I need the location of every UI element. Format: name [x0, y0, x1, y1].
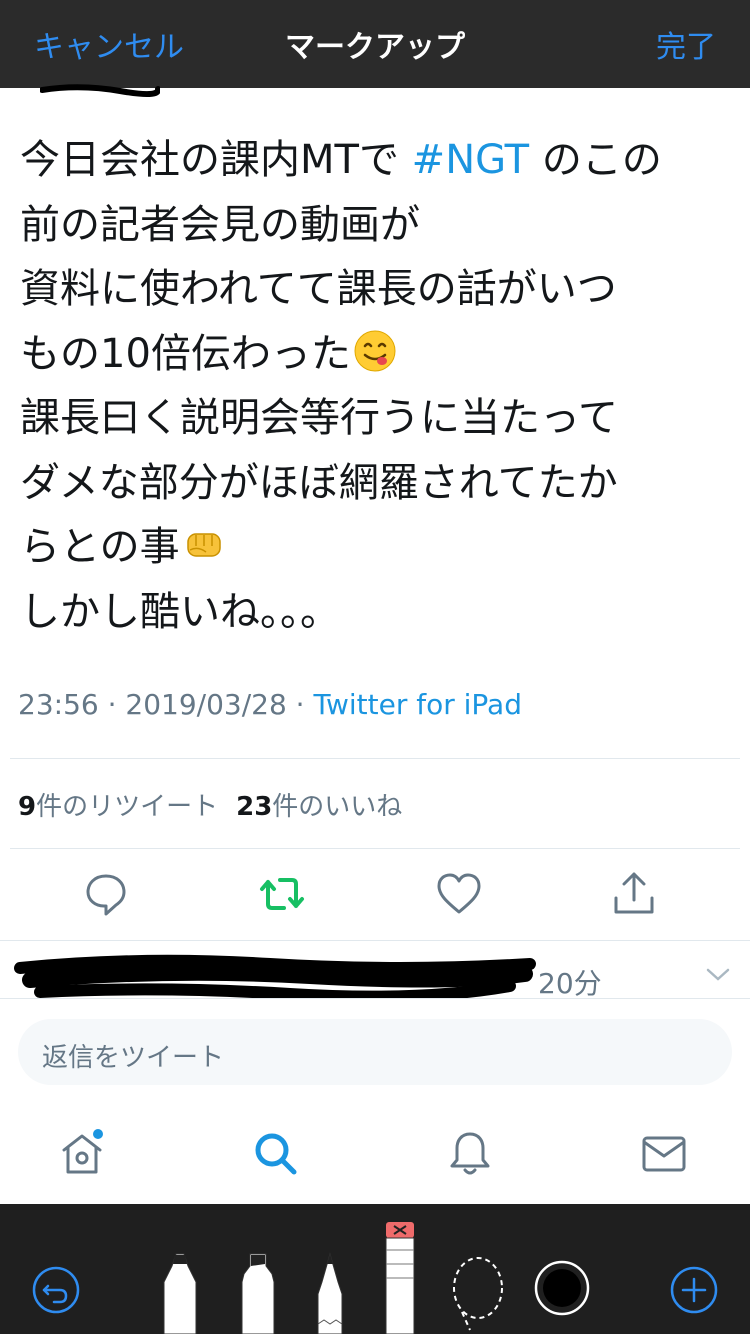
heart-icon[interactable]: [433, 868, 485, 920]
pencil-tool-icon[interactable]: [310, 1252, 350, 1334]
tweet-text: 今日会社の課内MTで #NGT のこの 前の記者会見の動画が 資料に使われてて課…: [20, 128, 730, 644]
retweets-stat[interactable]: 9件のリツイート: [18, 792, 218, 822]
color-picker-icon[interactable]: [534, 1260, 590, 1316]
highlighter-tool-icon[interactable]: [234, 1252, 282, 1334]
reply-icon[interactable]: [80, 868, 132, 920]
divider: [10, 848, 740, 849]
messages-icon[interactable]: [638, 1128, 690, 1180]
tweet-timestamp: 23:56 · 2019/03/28 ·: [18, 688, 314, 721]
pen-tool-icon[interactable]: [156, 1252, 204, 1334]
share-icon[interactable]: [608, 868, 660, 920]
reply-input[interactable]: 返信をツイート: [18, 1019, 732, 1085]
retweet-icon[interactable]: [256, 868, 308, 920]
tweet-line: 資料に使われてて課長の話がいつ: [20, 266, 617, 312]
divider: [10, 758, 740, 759]
face-savoring-food-icon: [354, 330, 396, 371]
markup-top-bar: キャンセル マークアップ 完了: [0, 0, 750, 88]
reply-compose-bar: 返信をツイート: [0, 998, 750, 1108]
tweet-line: 今日会社の課内MTで #NGT のこの: [20, 128, 730, 193]
undo-icon[interactable]: [30, 1264, 82, 1316]
divider: [0, 940, 750, 941]
home-icon[interactable]: [56, 1128, 108, 1180]
tweet-line: 前の記者会見の動画が: [20, 201, 420, 248]
chevron-down-icon[interactable]: [704, 966, 732, 984]
cancel-button[interactable]: キャンセル: [34, 22, 184, 66]
retweets-label: 件のリツイート: [36, 792, 219, 822]
search-icon[interactable]: [250, 1128, 302, 1180]
add-icon[interactable]: [668, 1264, 720, 1316]
tweet-stats: 9件のリツイート 23件のいいね: [18, 786, 402, 823]
oncoming-fist-icon: [186, 533, 221, 557]
redaction-scribble-top: [40, 84, 160, 97]
likes-label: 件のいいね: [272, 792, 403, 822]
eraser-tool-icon[interactable]: [384, 1220, 416, 1334]
tweet-line: しかし酷いね。。。: [20, 588, 340, 635]
notifications-icon[interactable]: [444, 1128, 496, 1180]
tweet-line: らとの事: [20, 515, 730, 580]
reply-time: 20分: [538, 967, 602, 1000]
tweet-text-segment: もの10倍伝わった: [20, 330, 351, 377]
tweet-line: もの10倍伝わった: [20, 322, 730, 387]
likes-count: 23: [236, 792, 273, 822]
tab-bar: [0, 1108, 750, 1204]
retweets-count: 9: [18, 792, 37, 822]
markup-toolbar: [0, 1204, 750, 1334]
tweet-meta: 23:56 · 2019/03/28 · Twitter for iPad: [18, 688, 522, 721]
tweet-text-segment: のこの: [529, 137, 662, 183]
tweet-line: 課長曰く説明会等行うに当たって: [20, 395, 618, 441]
lasso-tool-icon[interactable]: [448, 1252, 508, 1334]
tweet-actions: [0, 868, 750, 924]
tweet-text-segment: 今日会社の課内MTで: [20, 137, 412, 183]
hashtag-link[interactable]: #NGT: [412, 137, 529, 183]
tweet-source-link[interactable]: Twitter for iPad: [313, 688, 521, 721]
tweet-text-segment: らとの事: [20, 524, 180, 570]
likes-stat[interactable]: 23件のいいね: [236, 792, 402, 822]
done-button[interactable]: 完了: [656, 22, 716, 66]
tweet-line: ダメな部分がほぼ網羅されてたか: [20, 459, 618, 506]
